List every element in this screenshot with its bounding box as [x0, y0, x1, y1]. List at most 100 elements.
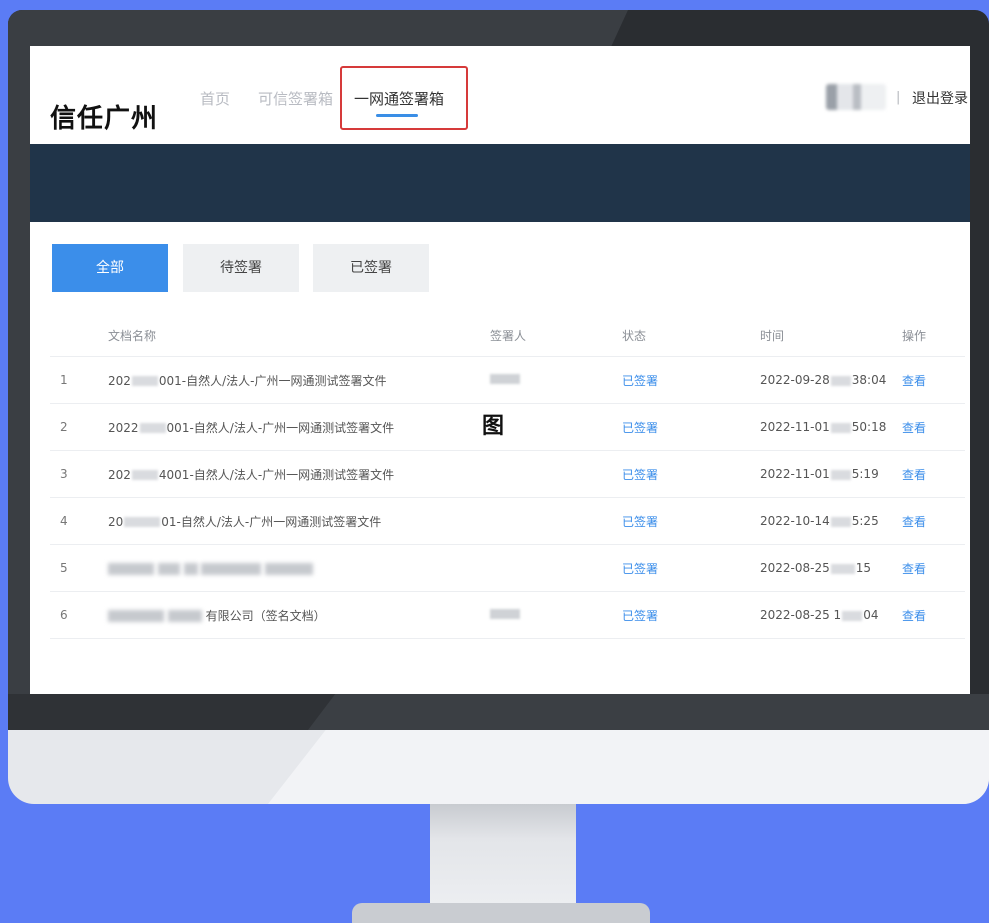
- doc-name: 202 001-自然人/法人-广州一网通测试签署文件: [107, 356, 489, 404]
- sign-time: 2022-09-28 38:04: [759, 356, 901, 404]
- redacted-text: [830, 563, 855, 574]
- signer: [489, 544, 621, 592]
- doc-name: 2022 001-自然人/法人-广州一网通测试签署文件: [107, 403, 489, 451]
- doc-name: 20 01-自然人/法人-广州一网通测试签署文件: [107, 497, 489, 545]
- view-link[interactable]: 查看: [901, 497, 965, 545]
- doc-name-suffix: 001-自然人/法人-广州一网通测试签署文件: [166, 420, 395, 435]
- col-action: 操作: [901, 314, 965, 357]
- view-link[interactable]: 查看: [901, 403, 965, 451]
- col-signer: 签署人: [489, 314, 621, 357]
- time-suffix: 04: [863, 608, 879, 622]
- view-link[interactable]: 查看: [901, 356, 965, 404]
- signer: [489, 450, 621, 498]
- row-index: 4: [50, 497, 107, 545]
- redacted-text: [124, 517, 161, 527]
- time-suffix: 5:19: [851, 467, 879, 481]
- logout-link[interactable]: 退出登录: [912, 88, 968, 108]
- time-prefix: 2022-08-25: [760, 561, 830, 575]
- table-row[interactable]: 2 2022 001-自然人/法人-广州一网通测试签署文件 已签署 2022-11…: [50, 403, 965, 451]
- time-suffix: 38:04: [851, 373, 887, 387]
- sign-time: 2022-08-25 1 04: [759, 591, 901, 639]
- nav-active-underline: [376, 114, 418, 117]
- row-index: 1: [50, 356, 107, 404]
- table-row[interactable]: 6 有限公司（签名文档） 已签署 2022-08-25 1 04 查看: [50, 591, 965, 639]
- doc-name-suffix: 01-自然人/法人-广州一网通测试签署文件: [161, 514, 382, 529]
- table-row[interactable]: 3 202 4001-自然人/法人-广州一网通测试签署文件 已签署 2022-11…: [50, 450, 965, 498]
- redacted-text: [830, 375, 851, 386]
- sign-time: 2022-11-01 50:18: [759, 403, 901, 451]
- redacted-text: [830, 422, 851, 433]
- status-label: 已签署: [621, 356, 759, 404]
- signer: [489, 403, 621, 451]
- redacted-text: [108, 610, 164, 622]
- time-prefix: 2022-08-25 1: [760, 608, 842, 622]
- doc-name-suffix: 001-自然人/法人-广州一网通测试签署文件: [158, 373, 387, 388]
- doc-name: 202 4001-自然人/法人-广州一网通测试签署文件: [107, 450, 489, 498]
- row-index: 3: [50, 450, 107, 498]
- redacted-text: [842, 610, 863, 621]
- monitor-stand-base: [352, 903, 650, 923]
- doc-name-prefix: 20: [108, 514, 124, 529]
- redacted-text: [108, 562, 154, 575]
- redacted-text: [830, 469, 851, 480]
- redacted-signer: [490, 374, 520, 384]
- redacted-text: [139, 423, 166, 433]
- sign-time: 2022-08-25 15: [759, 544, 901, 592]
- time-suffix: 50:18: [851, 420, 887, 434]
- view-link[interactable]: 查看: [901, 591, 965, 639]
- monitor-chin: [8, 694, 989, 804]
- sign-time: 2022-10-14 5:25: [759, 497, 901, 545]
- table-row[interactable]: 4 20 01-自然人/法人-广州一网通测试签署文件 已签署 2022-10-14…: [50, 497, 965, 545]
- col-doc-name: 文档名称: [107, 314, 489, 357]
- header-banner: [30, 144, 970, 222]
- nav-trusted-signbox[interactable]: 可信签署箱: [258, 88, 333, 109]
- signer: [489, 356, 621, 404]
- monitor-bezel-shade: [308, 694, 989, 730]
- sign-time: 2022-11-01 5:19: [759, 450, 901, 498]
- top-navbar: 信任广州 首页 可信签署箱 一网通签署箱 | 退出登录: [30, 46, 970, 144]
- tab-pending[interactable]: 待签署: [183, 244, 299, 292]
- tab-signed[interactable]: 已签署: [313, 244, 429, 292]
- view-link[interactable]: 查看: [901, 450, 965, 498]
- col-index: [50, 314, 107, 357]
- redacted-text: [201, 562, 262, 575]
- user-avatar[interactable]: [826, 84, 886, 110]
- time-prefix: 2022-11-01: [760, 420, 830, 434]
- nav-home[interactable]: 首页: [200, 88, 230, 109]
- status-label: 已签署: [621, 591, 759, 639]
- signer: [489, 591, 621, 639]
- redacted-text: [131, 470, 158, 480]
- doc-name-suffix: 4001-自然人/法人-广州一网通测试签署文件: [158, 467, 395, 482]
- redacted-signer: [490, 609, 520, 619]
- document-table: 文档名称 签署人 状态 时间 操作 1 202 001-自然人/法人-广州一网通测…: [50, 314, 965, 639]
- view-link[interactable]: 查看: [901, 544, 965, 592]
- signer: [489, 497, 621, 545]
- status-label: 已签署: [621, 403, 759, 451]
- time-suffix: 15: [855, 561, 872, 575]
- table-row[interactable]: 1 202 001-自然人/法人-广州一网通测试签署文件 已签署 2022-09-…: [50, 356, 965, 404]
- status-label: 已签署: [621, 450, 759, 498]
- time-prefix: 2022-11-01: [760, 467, 830, 481]
- screen: 信任广州 首页 可信签署箱 一网通签署箱 | 退出登录 全部 待签署 已签署 文…: [30, 46, 970, 694]
- col-status: 状态: [621, 314, 759, 357]
- overlay-mark: 图: [482, 414, 505, 439]
- nav-yiwangtong-signbox[interactable]: 一网通签署箱: [354, 88, 444, 109]
- tab-all[interactable]: 全部: [52, 244, 168, 292]
- redacted-text: [830, 516, 851, 527]
- table-header-row: 文档名称 签署人 状态 时间 操作: [50, 314, 965, 357]
- col-time: 时间: [759, 314, 901, 357]
- doc-name-prefix: 202: [108, 467, 131, 482]
- redacted-text: [265, 562, 314, 575]
- doc-name-suffix: 有限公司（签名文档）: [205, 608, 326, 623]
- doc-name: [107, 544, 489, 592]
- row-index: 6: [50, 591, 107, 639]
- status-label: 已签署: [621, 497, 759, 545]
- monitor-chin-shade: [268, 730, 989, 804]
- user-separator: |: [896, 90, 901, 105]
- redacted-text: [131, 376, 158, 386]
- table-row[interactable]: 5 已签署 2022-08-25 15 查看: [50, 544, 965, 592]
- brand-logo-text: 信任广州: [50, 104, 159, 134]
- time-suffix: 5:25: [851, 514, 879, 528]
- redacted-text: [157, 562, 180, 575]
- doc-name: 有限公司（签名文档）: [107, 591, 489, 639]
